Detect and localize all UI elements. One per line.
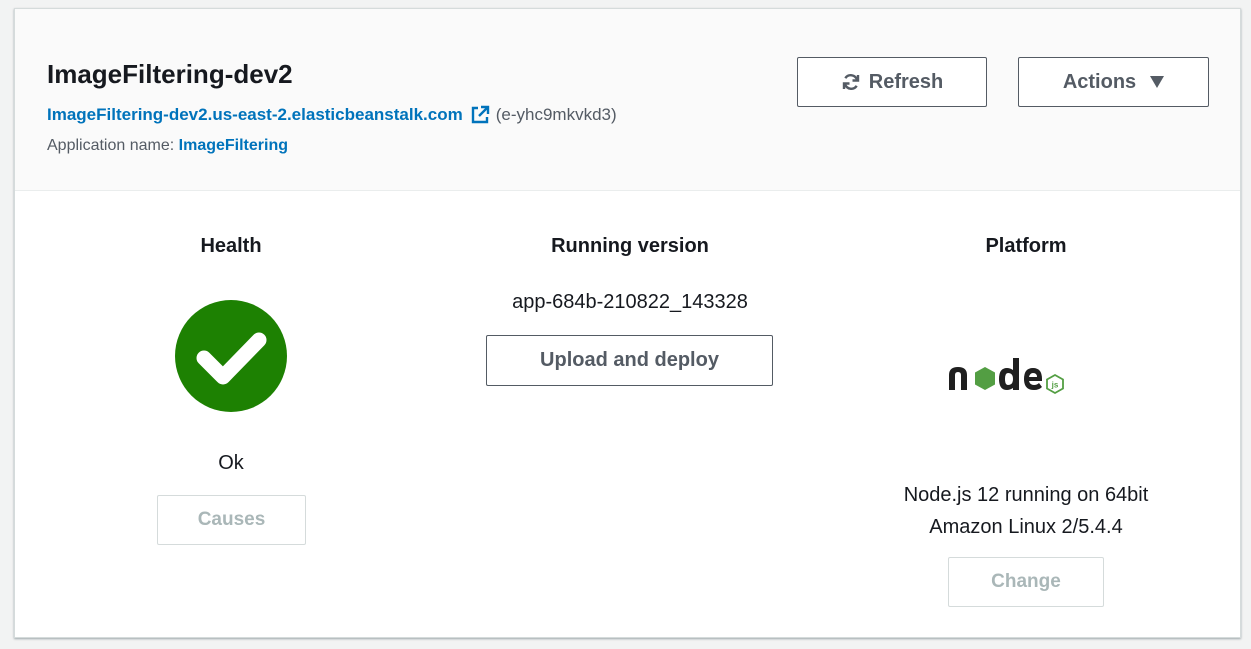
nodejs-logo-icon: js (947, 355, 1107, 395)
application-name-link[interactable]: ImageFiltering (179, 137, 288, 154)
health-status: Ok (218, 452, 244, 474)
external-link-icon[interactable] (470, 105, 490, 125)
actions-dropdown-button[interactable]: Actions (1018, 57, 1209, 107)
environment-url-line: ImageFiltering-dev2.us-east-2.elasticbea… (47, 105, 617, 125)
refresh-label: Refresh (868, 70, 944, 93)
refresh-button[interactable]: Refresh (797, 57, 987, 107)
version-label: app-684b-210822_143328 (512, 291, 748, 313)
svg-text:js: js (1051, 381, 1059, 390)
refresh-icon (841, 72, 861, 92)
platform-description-line2: Amazon Linux 2/5.4.4 (929, 516, 1123, 538)
health-title: Health (200, 235, 262, 257)
causes-button[interactable]: Causes (157, 495, 306, 545)
health-ok-check-icon (175, 300, 287, 412)
environment-overview-card: ImageFiltering-dev2 ImageFiltering-dev2.… (14, 8, 1241, 638)
change-platform-button[interactable]: Change (948, 557, 1104, 607)
environment-name: ImageFiltering-dev2 (47, 59, 293, 89)
caret-down-icon (1150, 76, 1165, 88)
platform-title: Platform (985, 235, 1067, 257)
application-name-line: Application name: ImageFiltering (47, 137, 288, 155)
environment-header: ImageFiltering-dev2 ImageFiltering-dev2.… (15, 9, 1240, 191)
platform-description-line1: Node.js 12 running on 64bit (903, 484, 1149, 506)
upload-and-deploy-button[interactable]: Upload and deploy (486, 335, 773, 386)
actions-label: Actions (1062, 70, 1137, 93)
environment-id: (e-yhc9mkvkd3) (495, 105, 617, 124)
application-name-label: Application name: (47, 137, 175, 154)
platform-description: Node.js 12 running on 64bit Amazon Linux… (826, 479, 1226, 543)
environment-url-link[interactable]: ImageFiltering-dev2.us-east-2.elasticbea… (47, 105, 463, 125)
running-version-title: Running version (551, 235, 709, 257)
